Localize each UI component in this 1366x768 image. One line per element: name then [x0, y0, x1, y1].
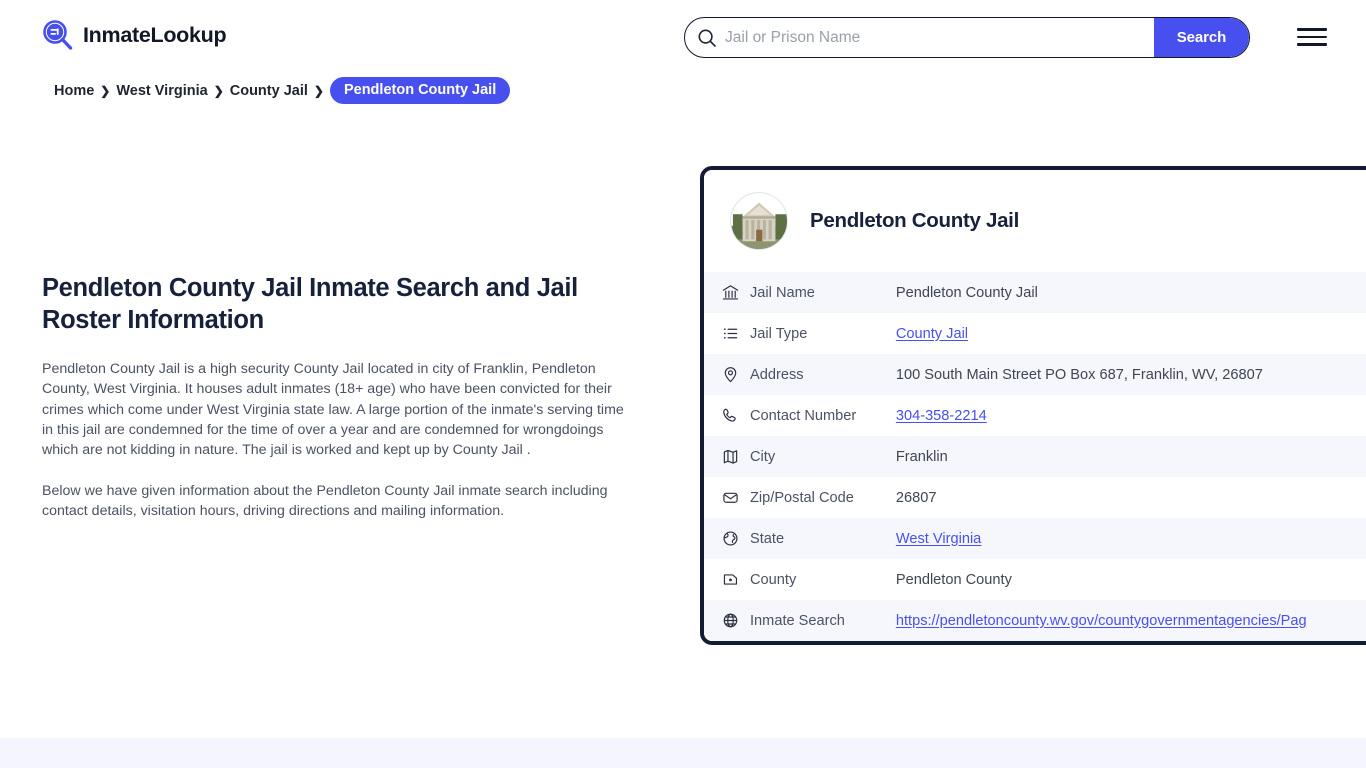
main-content: Pendleton County Jail Inmate Search and …	[42, 272, 642, 521]
table-row: Contact Number 304-358-2214	[704, 395, 1366, 436]
table-row: County Pendleton County	[704, 559, 1366, 600]
row-value: Franklin	[894, 436, 1366, 477]
table-row: Jail Name Pendleton County Jail	[704, 272, 1366, 313]
county-region-icon	[704, 559, 750, 600]
row-value: 26807	[894, 477, 1366, 518]
breadcrumb-item-west-virginia[interactable]: West Virginia	[116, 83, 207, 99]
list-icon	[704, 313, 750, 354]
row-value: Pendleton County Jail	[894, 272, 1366, 313]
table-row: Jail Type County Jail	[704, 313, 1366, 354]
row-value: County Jail	[894, 313, 1366, 354]
chevron-right-icon: ❯	[214, 85, 224, 97]
row-label: Jail Type	[750, 313, 894, 354]
table-row: Inmate Search https://pendletoncounty.wv…	[704, 600, 1366, 641]
phone-icon	[704, 395, 750, 436]
row-label: Zip/Postal Code	[750, 477, 894, 518]
row-value: 100 South Main Street PO Box 687, Frankl…	[894, 354, 1366, 395]
hamburger-menu-icon[interactable]	[1297, 26, 1327, 48]
jail-type-link[interactable]: County Jail	[896, 326, 968, 342]
description-paragraph-2: Below we have given information about th…	[42, 481, 632, 521]
search-input[interactable]	[725, 18, 1154, 57]
envelope-icon	[704, 477, 750, 518]
map-icon	[704, 436, 750, 477]
magnifier-logo-icon	[42, 19, 74, 52]
search-icon	[685, 28, 725, 48]
row-value: West Virginia	[894, 518, 1366, 559]
row-label: Contact Number	[750, 395, 894, 436]
map-pin-icon	[704, 354, 750, 395]
table-row: Address 100 South Main Street PO Box 687…	[704, 354, 1366, 395]
row-label: County	[750, 559, 894, 600]
row-label: Address	[750, 354, 894, 395]
inmate-search-link[interactable]: https://pendletoncounty.wv.gov/countygov…	[896, 613, 1307, 629]
breadcrumb-item-county-jail[interactable]: County Jail	[230, 83, 308, 99]
search-bar[interactable]: Search	[684, 17, 1250, 58]
hamburger-bar	[1297, 36, 1327, 39]
row-label: Inmate Search	[750, 600, 894, 641]
breadcrumb-item-current: Pendleton County Jail	[330, 77, 510, 104]
row-value: 304-358-2214	[894, 395, 1366, 436]
row-label: State	[750, 518, 894, 559]
table-row: State West Virginia	[704, 518, 1366, 559]
card-header: Pendleton County Jail	[704, 170, 1366, 272]
table-row: City Franklin	[704, 436, 1366, 477]
description-paragraph-1: Pendleton County Jail is a high security…	[42, 359, 632, 460]
jail-info-table: Jail Name Pendleton County Jail Jail Typ…	[704, 272, 1366, 641]
chevron-right-icon: ❯	[314, 85, 324, 97]
row-value: Pendleton County	[894, 559, 1366, 600]
brand-logo[interactable]: InmateLookup	[42, 19, 226, 52]
globe-americas-icon	[704, 518, 750, 559]
search-button[interactable]: Search	[1154, 18, 1249, 57]
row-label: Jail Name	[750, 272, 894, 313]
chevron-right-icon: ❯	[100, 85, 110, 97]
state-link[interactable]: West Virginia	[896, 531, 981, 547]
footer-strip	[0, 738, 1366, 768]
hamburger-bar	[1297, 43, 1327, 46]
card-title: Pendleton County Jail	[810, 209, 1019, 233]
brand-name: InmateLookup	[83, 25, 226, 47]
contact-number-link[interactable]: 304-358-2214	[896, 408, 987, 424]
page-title: Pendleton County Jail Inmate Search and …	[42, 272, 642, 336]
breadcrumb: Home ❯ West Virginia ❯ County Jail ❯ Pen…	[54, 77, 510, 104]
hamburger-bar	[1297, 28, 1327, 31]
globe-icon	[704, 600, 750, 641]
row-value: https://pendletoncounty.wv.gov/countygov…	[894, 600, 1366, 641]
table-row: Zip/Postal Code 26807	[704, 477, 1366, 518]
bank-building-icon	[704, 272, 750, 313]
breadcrumb-item-home[interactable]: Home	[54, 83, 94, 99]
site-header: InmateLookup Search	[0, 0, 1366, 74]
courthouse-photo	[730, 192, 788, 250]
row-label: City	[750, 436, 894, 477]
jail-info-card: Pendleton County Jail Jail Name Pendleto…	[700, 166, 1366, 645]
